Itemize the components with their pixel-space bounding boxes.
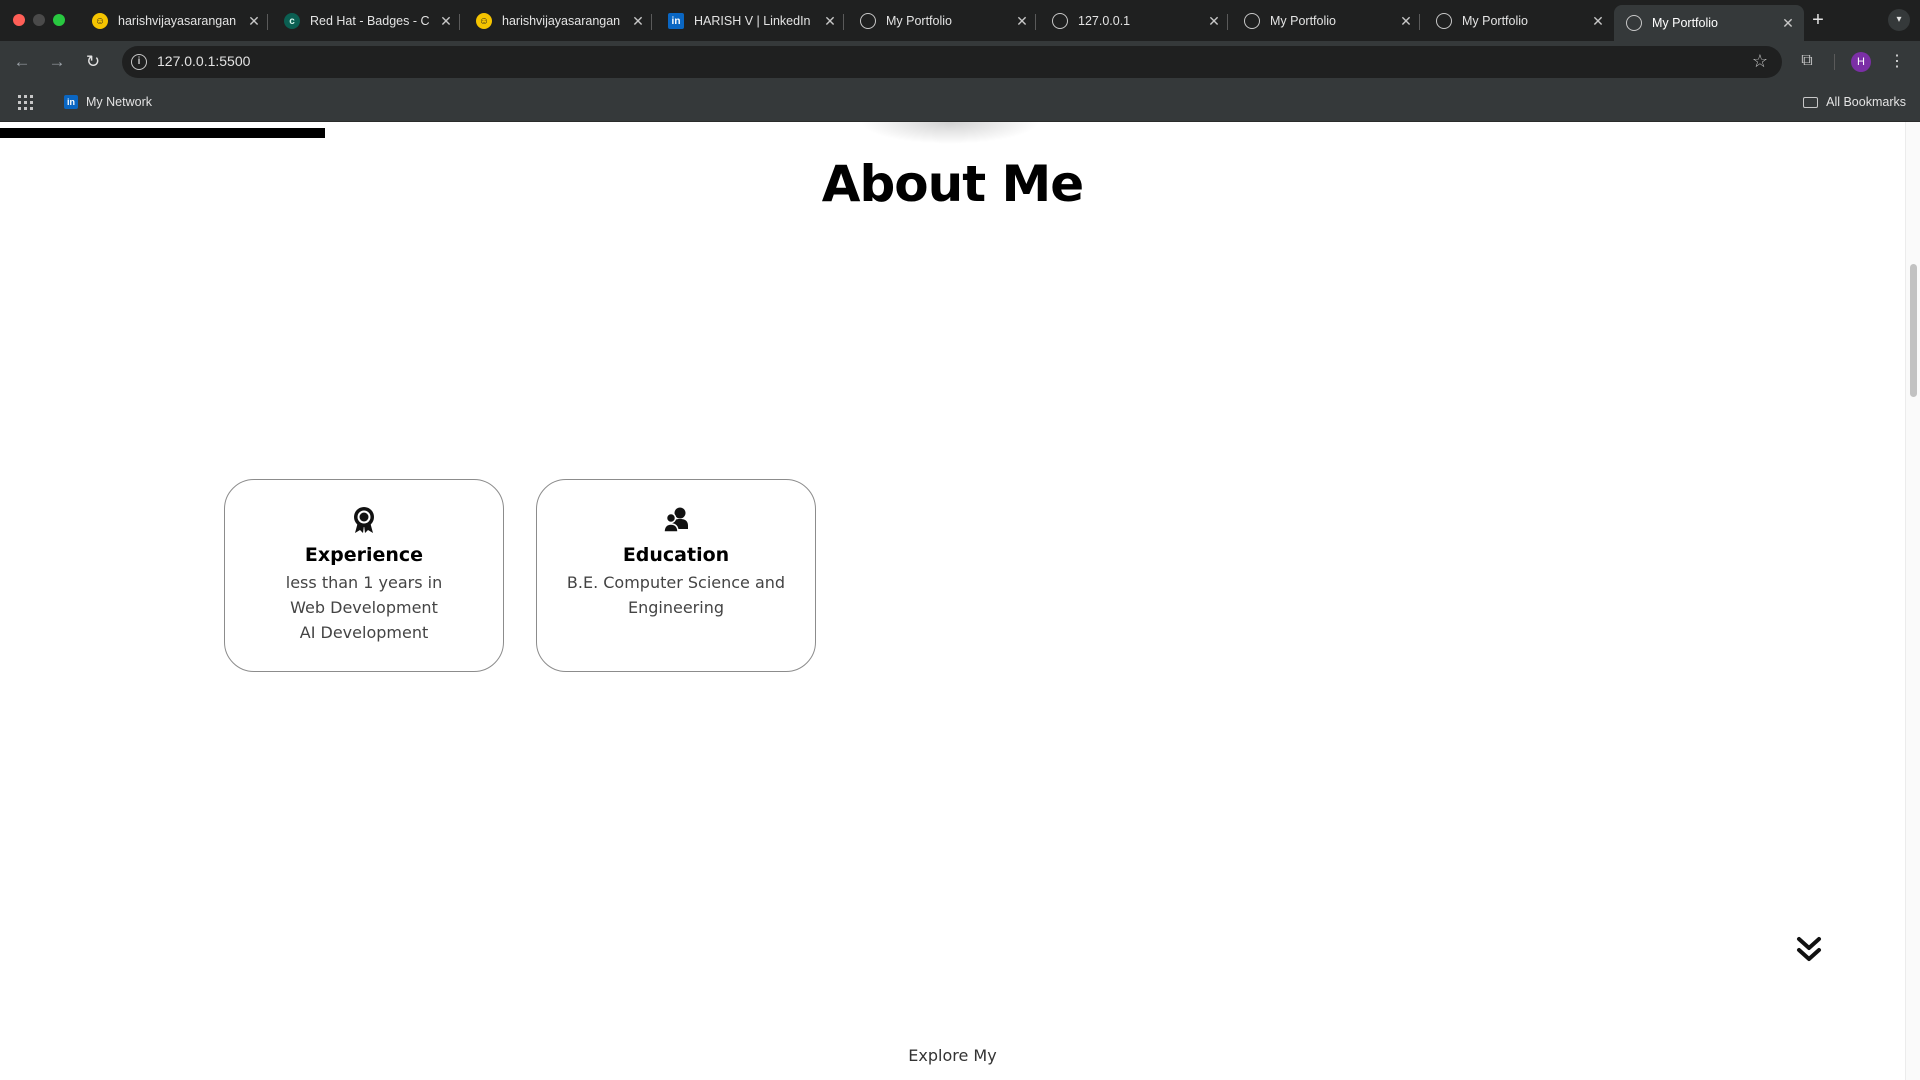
tab-title: HARISH V | LinkedIn <box>694 14 811 28</box>
education-line: B.E. Computer Science and <box>566 573 786 592</box>
credly-icon: c <box>284 13 300 29</box>
tab-portfolio-1[interactable]: My Portfolio ✕ <box>848 5 1038 37</box>
linkedin-icon: in <box>64 95 78 109</box>
tab-huggingface-2[interactable]: ☺ harishvijayasarangan ✕ <box>464 5 654 37</box>
globe-icon <box>1626 15 1642 31</box>
experience-title: Experience <box>304 544 424 566</box>
tab-close-button[interactable]: ✕ <box>1780 15 1796 32</box>
tab-search-chevron-icon[interactable]: ▾ <box>1888 9 1910 31</box>
tab-title: My Portfolio <box>1462 14 1528 28</box>
experience-card: Experience less than 1 years in Web Deve… <box>224 479 504 672</box>
page-scrollbar[interactable] <box>1905 122 1920 1080</box>
tab-portfolio-active[interactable]: My Portfolio ✕ <box>1614 5 1804 41</box>
tab-title: 127.0.0.1 <box>1078 14 1131 28</box>
extensions-puzzle-icon[interactable]: ⧉ <box>1797 52 1817 72</box>
forward-arrow-icon[interactable]: → <box>46 51 68 73</box>
bookmark-star-icon[interactable]: ☆ <box>1752 51 1768 72</box>
tab-title: harishvijayasarangan <box>502 14 621 28</box>
back-arrow-icon[interactable]: ← <box>11 51 33 73</box>
experience-line: less than 1 years in <box>285 573 443 592</box>
tab-title: Red Hat - Badges - C <box>310 14 430 28</box>
section-heading: About Me <box>821 155 1084 213</box>
linkedin-icon: in <box>668 13 684 29</box>
apps-grid-icon[interactable] <box>18 95 33 110</box>
tab-title: My Portfolio <box>886 14 952 28</box>
tab-localhost[interactable]: 127.0.0.1 ✕ <box>1040 5 1230 37</box>
tab-close-button[interactable]: ✕ <box>1398 13 1414 30</box>
tab-separator <box>459 14 460 30</box>
tab-huggingface-1[interactable]: ☺ harishvijayasarangan ✕ <box>80 5 270 37</box>
window-minimize-button[interactable] <box>33 14 45 26</box>
scroll-progress-bar <box>0 128 325 138</box>
globe-icon <box>860 13 876 29</box>
award-icon <box>354 507 374 533</box>
tab-separator <box>651 14 652 30</box>
window-zoom-button[interactable] <box>53 14 65 26</box>
new-tab-button[interactable]: + <box>1808 8 1828 32</box>
tab-close-button[interactable]: ✕ <box>1206 13 1222 30</box>
site-info-icon[interactable]: i <box>131 54 147 70</box>
tab-portfolio-3[interactable]: My Portfolio ✕ <box>1424 5 1614 37</box>
url-text[interactable]: 127.0.0.1:5500 <box>157 53 250 69</box>
browser-toolbar: ← → ↻ i 127.0.0.1:5500 ☆ ⧉ H ⋮ <box>0 41 1920 82</box>
tab-title: My Portfolio <box>1270 14 1336 28</box>
huggingface-icon: ☺ <box>476 13 492 29</box>
education-title: Education <box>622 544 730 566</box>
tab-title: My Portfolio <box>1652 16 1718 30</box>
tab-close-button[interactable]: ✕ <box>438 13 454 30</box>
huggingface-icon: ☺ <box>92 13 108 29</box>
education-details: B.E. Computer Science and Engineering <box>537 570 815 620</box>
reload-icon[interactable]: ↻ <box>82 51 104 73</box>
tab-separator <box>1227 14 1228 30</box>
double-chevron-down-icon[interactable] <box>1795 936 1823 964</box>
scrollbar-thumb[interactable] <box>1910 264 1917 397</box>
tab-close-button[interactable]: ✕ <box>822 13 838 30</box>
page-viewport: About Me Experience less than 1 years in… <box>0 122 1920 1080</box>
globe-icon <box>1436 13 1452 29</box>
tab-close-button[interactable]: ✕ <box>1590 13 1606 30</box>
bookmarks-bar: in My Network All Bookmarks <box>0 82 1920 122</box>
experience-line: Web Development <box>290 598 438 617</box>
bookmark-my-network[interactable]: in My Network <box>64 92 152 112</box>
education-line: Engineering <box>628 598 724 617</box>
more-menu-icon[interactable]: ⋮ <box>1889 51 1905 73</box>
tab-linkedin[interactable]: in HARISH V | LinkedIn ✕ <box>656 5 846 37</box>
address-bar[interactable]: i 127.0.0.1:5500 ☆ <box>122 46 1782 78</box>
bookmark-label: My Network <box>86 95 152 109</box>
education-card: Education B.E. Computer Science and Engi… <box>536 479 816 672</box>
all-bookmarks-label: All Bookmarks <box>1826 95 1906 109</box>
tab-separator <box>843 14 844 30</box>
all-bookmarks-button[interactable]: All Bookmarks <box>1803 92 1906 112</box>
tab-close-button[interactable]: ✕ <box>1014 13 1030 30</box>
profile-avatar[interactable]: H <box>1851 52 1871 72</box>
toolbar-separator <box>1834 54 1835 70</box>
tab-redhat-badges[interactable]: c Red Hat - Badges - C ✕ <box>272 5 462 37</box>
tab-close-button[interactable]: ✕ <box>246 13 262 30</box>
tab-strip: ☺ harishvijayasarangan ✕ c Red Hat - Bad… <box>0 0 1920 41</box>
experience-line: AI Development <box>299 623 429 642</box>
tab-separator <box>1419 14 1420 30</box>
tab-portfolio-2[interactable]: My Portfolio ✕ <box>1232 5 1422 37</box>
tab-separator <box>267 14 268 30</box>
tab-separator <box>1035 14 1036 30</box>
experience-details: less than 1 years in Web Development AI … <box>225 570 503 645</box>
globe-icon <box>1244 13 1260 29</box>
tab-title: harishvijayasarangan <box>118 14 237 28</box>
folder-icon <box>1803 96 1819 108</box>
users-icon <box>663 507 688 533</box>
window-close-button[interactable] <box>13 14 25 26</box>
tab-close-button[interactable]: ✕ <box>630 13 646 30</box>
image-shadow <box>860 122 1040 144</box>
globe-icon <box>1052 13 1068 29</box>
explore-text: Explore My <box>908 1046 997 1065</box>
